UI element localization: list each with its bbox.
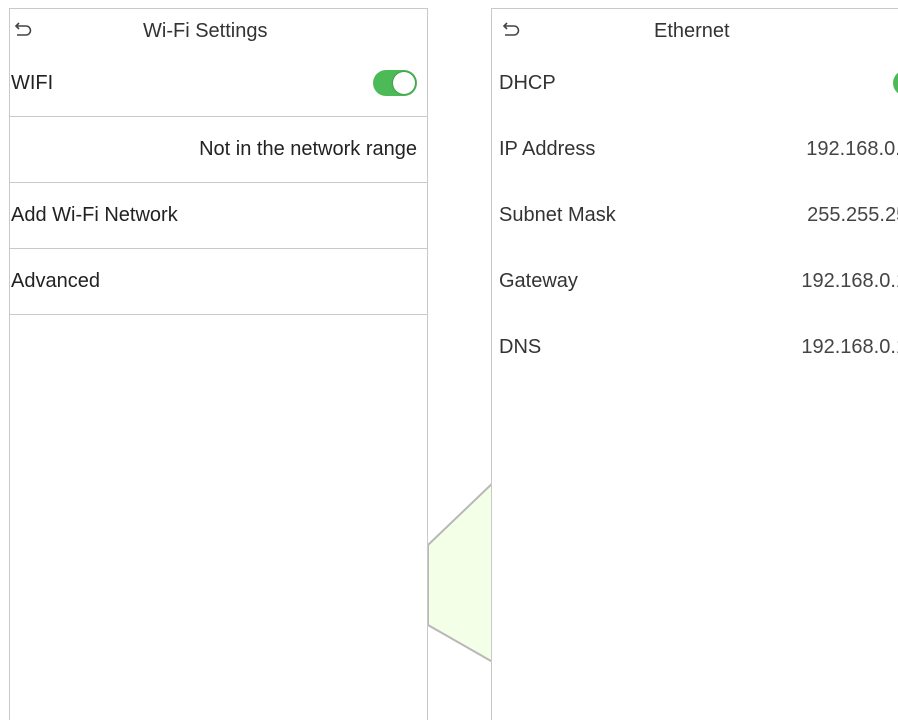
dhcp-toggle-switch[interactable] (893, 70, 898, 96)
ethernet-panel: Ethernet DHCP IP Address 192.168.0.15 Su… (491, 8, 898, 720)
dns-label: DNS (499, 335, 542, 358)
back-arrow-icon[interactable] (12, 21, 34, 39)
wifi-toggle-switch[interactable] (373, 70, 417, 96)
page-title: Wi-Fi Settings (143, 20, 268, 42)
dns-row[interactable]: DNS 192.168.0.1 (492, 314, 898, 380)
advanced-item[interactable]: Advanced (10, 249, 427, 315)
wifi-settings-panel: Wi-Fi Settings WIFI Not in the network r… (9, 8, 428, 720)
gateway-row[interactable]: Gateway 192.168.0.1 (492, 248, 898, 314)
wifi-toggle-row[interactable]: WIFI (10, 50, 427, 117)
gateway-value: 192.168.0.1 (801, 269, 898, 292)
wifi-status-text: Not in the network range (199, 138, 417, 160)
subnet-mask-label: Subnet Mask (499, 203, 616, 226)
wifi-label: WIFI (11, 71, 54, 94)
gateway-label: Gateway (499, 269, 578, 292)
ethernet-title-bar: Ethernet (492, 9, 898, 52)
subnet-mask-row[interactable]: Subnet Mask 255.255.255.0 (492, 182, 898, 248)
subnet-mask-value: 255.255.255.0 (807, 203, 898, 226)
dns-value: 192.168.0.1 (801, 335, 898, 358)
ip-address-label: IP Address (499, 137, 596, 160)
wifi-title-bar: Wi-Fi Settings (10, 9, 427, 52)
ip-address-row[interactable]: IP Address 192.168.0.15 (492, 116, 898, 182)
toggle-knob (393, 72, 415, 94)
dhcp-label: DHCP (499, 71, 556, 94)
back-arrow-icon[interactable] (500, 21, 522, 39)
add-wifi-network-label: Add Wi-Fi Network (11, 204, 178, 226)
wifi-status-row: Not in the network range (10, 117, 427, 183)
advanced-label: Advanced (11, 270, 100, 292)
page-title: Ethernet (654, 20, 730, 42)
dhcp-toggle-row[interactable]: DHCP (492, 50, 898, 116)
ip-address-value: 192.168.0.15 (806, 137, 898, 160)
add-wifi-network-item[interactable]: Add Wi-Fi Network (10, 183, 427, 249)
